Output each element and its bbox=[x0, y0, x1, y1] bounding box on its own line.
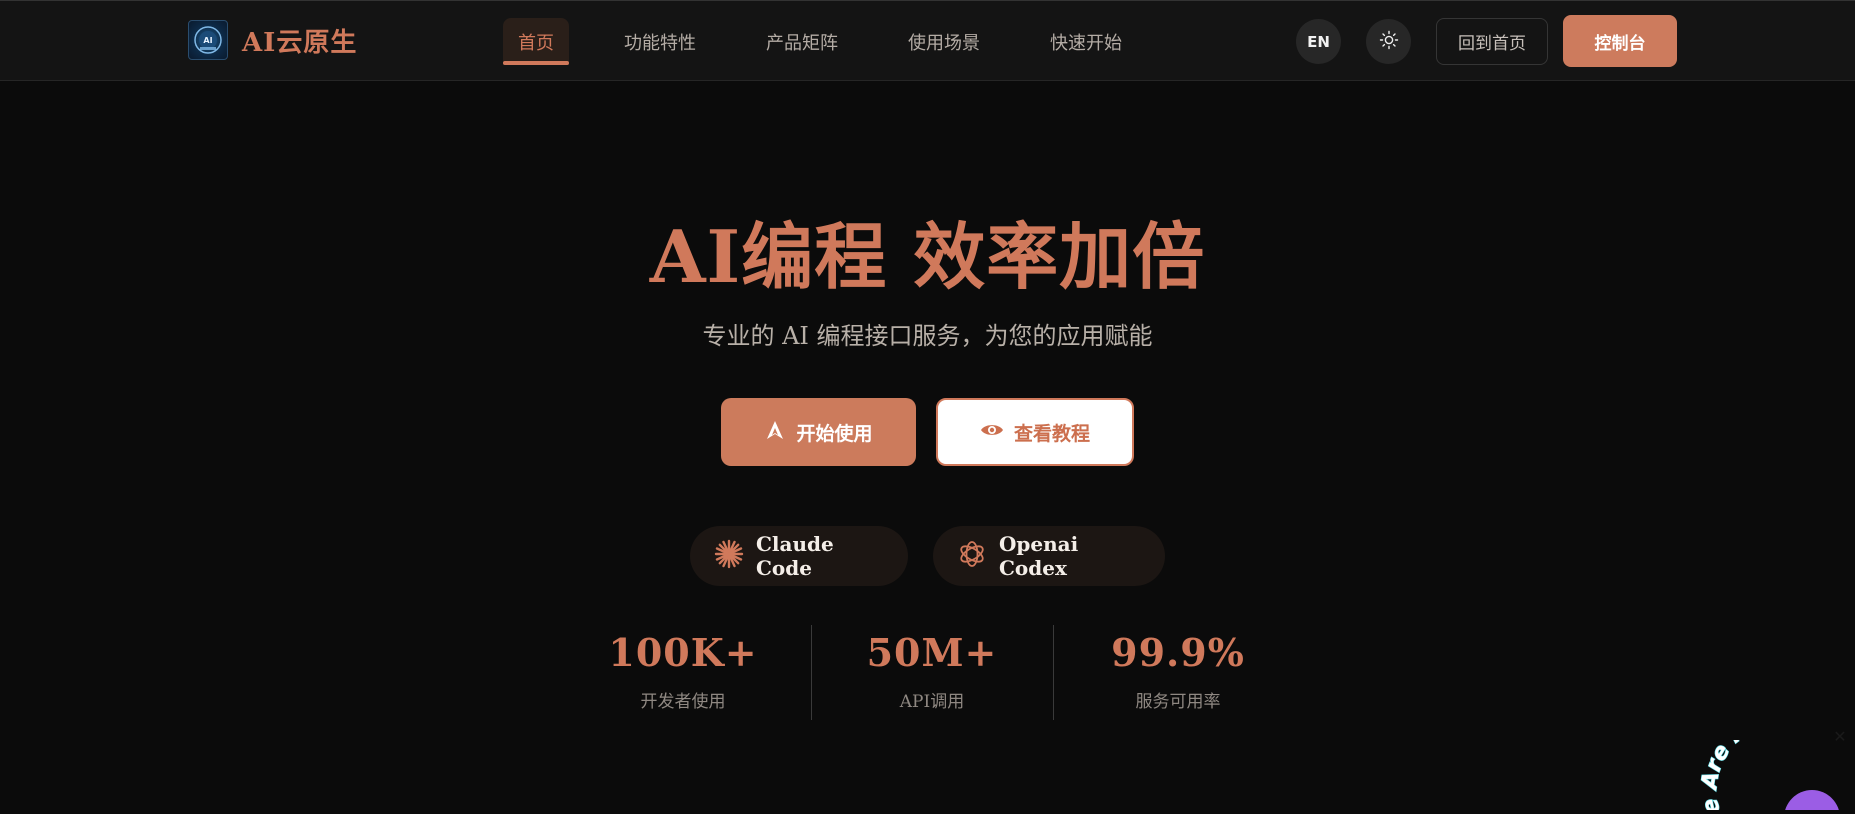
claude-starburst-icon bbox=[714, 539, 744, 574]
stat-divider bbox=[811, 625, 812, 720]
stat-label: 开发者使用 bbox=[640, 692, 726, 712]
hero-title: AI编程 效率加倍 bbox=[649, 214, 1206, 299]
product-chip-openai-codex[interactable]: Openai Codex bbox=[933, 526, 1165, 586]
top-header: AI AI云原生 首页 功能特性 产品矩阵 使用场景 快速开始 EN 回到首页 … bbox=[0, 0, 1855, 81]
main-nav: 首页 功能特性 产品矩阵 使用场景 快速开始 bbox=[503, 18, 1177, 65]
language-toggle-button[interactable]: EN bbox=[1296, 19, 1341, 64]
stat-availability: 99.9% 服务可用率 bbox=[1096, 630, 1260, 712]
get-started-button[interactable]: 开始使用 bbox=[721, 398, 916, 466]
product-chip-claude-code[interactable]: Claude Code bbox=[690, 526, 908, 586]
back-home-button[interactable]: 回到首页 bbox=[1436, 18, 1548, 65]
floating-help-badge[interactable]: e Are Here! bbox=[1696, 704, 1855, 814]
ai-logo-icon: AI bbox=[188, 20, 228, 60]
nav-item-home[interactable]: 首页 bbox=[503, 18, 569, 65]
theme-toggle-button[interactable] bbox=[1366, 19, 1411, 64]
stat-label: API调用 bbox=[899, 692, 965, 712]
product-label-claude-code: Claude Code bbox=[756, 532, 834, 580]
brand-logo-link[interactable]: AI AI云原生 bbox=[188, 20, 357, 60]
get-started-label: 开始使用 bbox=[796, 422, 873, 445]
console-button[interactable]: 控制台 bbox=[1563, 15, 1677, 67]
stat-api-calls: 50M+ API调用 bbox=[852, 630, 1012, 712]
stat-value: 50M+ bbox=[866, 630, 998, 675]
stat-label: 服务可用率 bbox=[1135, 692, 1221, 712]
stat-value: 100K+ bbox=[608, 630, 758, 675]
view-tutorial-label: 查看教程 bbox=[1013, 422, 1090, 445]
eye-icon bbox=[980, 421, 1004, 443]
hero-subtitle: 专业的 AI 编程接口服务，为您的应用赋能 bbox=[702, 322, 1153, 350]
product-label-openai-codex: Openai Codex bbox=[999, 532, 1079, 580]
sun-icon bbox=[1379, 30, 1399, 54]
badge-text: e Are Here! bbox=[1696, 704, 1802, 814]
openai-knot-icon bbox=[957, 539, 987, 574]
stat-value: 99.9% bbox=[1111, 630, 1245, 675]
nav-item-scenarios[interactable]: 使用场景 bbox=[893, 18, 995, 65]
rocket-icon bbox=[764, 419, 786, 446]
stat-divider bbox=[1053, 625, 1054, 720]
stat-developers: 100K+ 开发者使用 bbox=[592, 630, 774, 712]
nav-item-features[interactable]: 功能特性 bbox=[609, 18, 711, 65]
svg-text:e Are Here!: e Are Here! bbox=[1700, 740, 1802, 810]
nav-item-quickstart[interactable]: 快速开始 bbox=[1035, 18, 1137, 65]
brand-name: AI云原生 bbox=[242, 27, 358, 58]
view-tutorial-button[interactable]: 查看教程 bbox=[936, 398, 1134, 466]
nav-item-products[interactable]: 产品矩阵 bbox=[751, 18, 853, 65]
svg-text:AI: AI bbox=[203, 36, 212, 45]
